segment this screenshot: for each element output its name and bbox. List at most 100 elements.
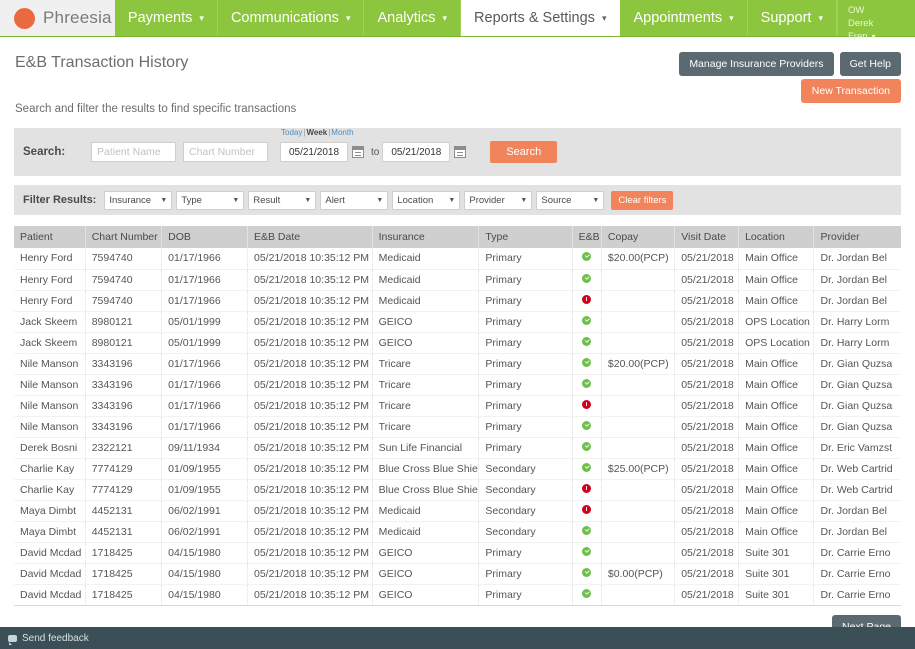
cell-insurance: Blue Cross Blue Shield [372, 458, 479, 479]
quick-link-today[interactable]: Today [281, 128, 302, 137]
table-body: Henry Ford759474001/17/196605/21/2018 10… [14, 248, 901, 605]
cell-dob: 06/02/1991 [162, 521, 248, 542]
table-row[interactable]: Nile Manson334319601/17/196605/21/2018 1… [14, 395, 901, 416]
nav-item-communications[interactable]: Communications ▾ [218, 0, 365, 36]
table-row[interactable]: David Mcdad171842504/15/198005/21/2018 1… [14, 584, 901, 605]
table-row[interactable]: Derek Bosni232212109/11/193405/21/2018 1… [14, 437, 901, 458]
table-row[interactable]: Henry Ford759474001/17/196605/21/2018 10… [14, 248, 901, 269]
column-header-eb[interactable]: E&B [572, 226, 601, 248]
filter-select-source[interactable]: Source ▼ [536, 191, 604, 210]
cell-visit-date: 05/21/2018 [675, 416, 739, 437]
table-row[interactable]: David Mcdad171842504/15/198005/21/2018 1… [14, 542, 901, 563]
cell-dob: 04/15/1980 [162, 584, 248, 605]
cell-location: Main Office [739, 500, 814, 521]
cell-visit-date: 05/21/2018 [675, 395, 739, 416]
table-row[interactable]: Charlie Kay777412901/09/195505/21/2018 1… [14, 479, 901, 500]
search-button[interactable]: Search [490, 141, 557, 163]
new-transaction-button[interactable]: New Transaction [801, 79, 901, 103]
column-header-type[interactable]: Type [479, 226, 572, 248]
cell-eb-date: 05/21/2018 10:35:12 PM [248, 311, 373, 332]
column-header-provider[interactable]: Provider [814, 226, 901, 248]
column-header-chart-number[interactable]: Chart Number [85, 226, 161, 248]
user-account-menu[interactable]: Phreesia OW Derek Fren▾ [837, 0, 915, 36]
cell-chart: 1718425 [85, 584, 161, 605]
table-row[interactable]: Jack Skeem898012105/01/199905/21/2018 10… [14, 332, 901, 353]
calendar-icon[interactable] [352, 146, 364, 158]
table-row[interactable]: Nile Manson334319601/17/196605/21/2018 1… [14, 416, 901, 437]
cell-type: Secondary [479, 479, 572, 500]
table-row[interactable]: Maya Dimbt445213106/02/199105/21/2018 10… [14, 500, 901, 521]
nav-item-analytics[interactable]: Analytics ▾ [364, 0, 461, 36]
column-header-insurance[interactable]: Insurance [372, 226, 479, 248]
cell-chart: 7594740 [85, 269, 161, 290]
cell-eb-status [572, 584, 601, 605]
cell-eb-status [572, 479, 601, 500]
cell-location: Suite 301 [739, 563, 814, 584]
filter-select-type[interactable]: Type ▼ [176, 191, 244, 210]
cell-visit-date: 05/21/2018 [675, 353, 739, 374]
date-range-group: Today|Week|Month to [280, 142, 470, 162]
column-header-copay[interactable]: Copay [601, 226, 674, 248]
column-header-location[interactable]: Location [739, 226, 814, 248]
cell-visit-date: 05/21/2018 [675, 584, 739, 605]
table-row[interactable]: David Mcdad171842504/15/198005/21/2018 1… [14, 563, 901, 584]
cell-insurance: Tricare [372, 416, 479, 437]
calendar-icon[interactable] [454, 146, 466, 158]
column-header-patient[interactable]: Patient [14, 226, 85, 248]
table-row[interactable]: Nile Manson334319601/17/196605/21/2018 1… [14, 374, 901, 395]
nav-item-payments[interactable]: Payments ▾ [115, 0, 218, 36]
filter-select-alert[interactable]: Alert ▼ [320, 191, 388, 210]
filter-select-result[interactable]: Result ▼ [248, 191, 316, 210]
filter-bar: Filter Results: Insurance ▼ Type ▼ Resul… [14, 185, 901, 215]
quick-link-month[interactable]: Month [331, 128, 353, 137]
date-from-input[interactable] [280, 142, 348, 162]
cell-provider: Dr. Gian Quzsa [814, 374, 901, 395]
nav-item-label: Support [761, 10, 812, 26]
chevron-down-icon: ▼ [376, 197, 383, 204]
cell-dob: 01/17/1966 [162, 374, 248, 395]
table-row[interactable]: Henry Ford759474001/17/196605/21/2018 10… [14, 290, 901, 311]
filter-select-insurance[interactable]: Insurance ▼ [104, 191, 172, 210]
cell-eb-date: 05/21/2018 10:35:12 PM [248, 437, 373, 458]
get-help-button[interactable]: Get Help [840, 52, 901, 76]
cell-chart: 3343196 [85, 395, 161, 416]
column-header-visit-date[interactable]: Visit Date [675, 226, 739, 248]
cell-patient: Charlie Kay [14, 479, 85, 500]
nav-item-reports-settings[interactable]: Reports & Settings ▾ [461, 0, 620, 36]
table-row[interactable]: Maya Dimbt445213106/02/199105/21/2018 10… [14, 521, 901, 542]
table-row[interactable]: Jack Skeem898012105/01/199905/21/2018 10… [14, 311, 901, 332]
status-ok-icon [582, 589, 591, 598]
cell-location: Main Office [739, 395, 814, 416]
patient-name-input[interactable] [91, 142, 176, 162]
table-row[interactable]: Henry Ford759474001/17/196605/21/2018 10… [14, 269, 901, 290]
send-feedback-link[interactable]: Send feedback [22, 633, 89, 644]
status-ok-icon [582, 463, 591, 472]
table-row[interactable]: Nile Manson334319601/17/196605/21/2018 1… [14, 353, 901, 374]
nav-item-support[interactable]: Support ▾ [748, 0, 837, 36]
cell-copay: $20.00(PCP) [601, 353, 674, 374]
chart-number-input[interactable] [183, 142, 268, 162]
cell-eb-date: 05/21/2018 10:35:12 PM [248, 416, 373, 437]
status-ok-icon [582, 379, 591, 388]
cell-chart: 8980121 [85, 332, 161, 353]
status-ok-icon [582, 274, 591, 283]
brand-logo[interactable]: Phreesia [0, 0, 115, 36]
nav-item-appointments[interactable]: Appointments ▾ [620, 0, 747, 36]
table-row[interactable]: Charlie Kay777412901/09/195505/21/2018 1… [14, 458, 901, 479]
quick-link-week[interactable]: Week [306, 128, 327, 137]
cell-copay [601, 416, 674, 437]
column-header-dob[interactable]: DOB [162, 226, 248, 248]
filter-select-location[interactable]: Location ▼ [392, 191, 460, 210]
column-header-eb-date[interactable]: E&B Date [248, 226, 373, 248]
status-ok-icon [582, 337, 591, 346]
filter-select-provider[interactable]: Provider ▼ [464, 191, 532, 210]
date-to-input[interactable] [382, 142, 450, 162]
cell-patient: Nile Manson [14, 374, 85, 395]
clear-filters-button[interactable]: Clear filters [611, 191, 673, 210]
cell-patient: Nile Manson [14, 416, 85, 437]
cell-visit-date: 05/21/2018 [675, 269, 739, 290]
cell-copay [601, 500, 674, 521]
cell-eb-status [572, 311, 601, 332]
manage-insurance-providers-button[interactable]: Manage Insurance Providers [679, 52, 833, 76]
cell-location: Suite 301 [739, 542, 814, 563]
